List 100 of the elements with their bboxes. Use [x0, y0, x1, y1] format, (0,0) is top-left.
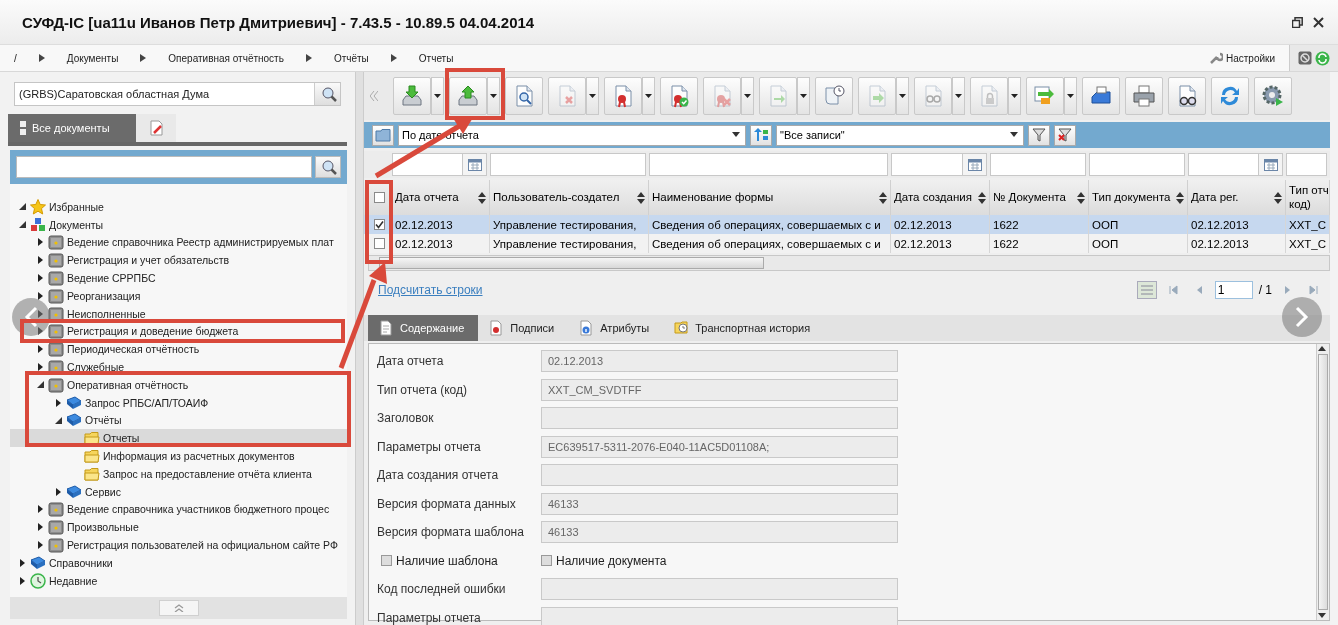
block-icon[interactable] [1298, 51, 1312, 65]
dropdown-button[interactable] [487, 77, 500, 115]
expand-arrow-icon[interactable] [55, 487, 61, 496]
column-header[interactable]: Дата отчета [395, 190, 478, 205]
scrollbar-thumb[interactable] [379, 257, 764, 269]
scroll-up-icon[interactable] [1317, 344, 1327, 352]
scrollbar-thumb[interactable] [1318, 354, 1328, 610]
filter-button[interactable] [1028, 124, 1050, 146]
toolbar-button[interactable] [1254, 77, 1292, 115]
input-field[interactable] [541, 464, 898, 487]
collapse-button[interactable] [158, 600, 199, 616]
tree-item[interactable]: Периодическая отчётность [10, 340, 347, 359]
restore-icon[interactable] [1292, 16, 1303, 28]
calendar-button[interactable] [1259, 153, 1283, 176]
filter-field[interactable] [891, 153, 963, 176]
table-row[interactable]: 02.12.2013 Управление тестирования, Сведения об операциях, совершаемых с и 02.12.2013 1622 ООП 02.12.2013 XXT_C [364, 215, 1330, 234]
tree-item[interactable]: Регистрация пользователей на официальном сайте РФ [10, 536, 347, 554]
checkbox[interactable] [541, 555, 552, 567]
tree-item[interactable]: Запрос на предоставление отчёта клиента [10, 464, 347, 483]
tree-item[interactable]: Служебные [10, 358, 347, 376]
tree-item[interactable]: Избранные [10, 198, 347, 216]
checkbox[interactable] [374, 238, 385, 249]
tree-item[interactable]: Регистрация и доведение бюджета [10, 322, 347, 341]
vertical-scrollbar[interactable] [1316, 344, 1329, 620]
search-button[interactable] [315, 156, 341, 178]
horizontal-scrollbar[interactable] [368, 255, 1330, 271]
expand-arrow-icon[interactable] [37, 541, 43, 550]
column-header[interactable]: № Документа [993, 190, 1077, 205]
filter-field[interactable] [649, 153, 888, 176]
expand-arrow-icon[interactable] [55, 398, 61, 407]
sort-icon[interactable] [1274, 191, 1282, 204]
tree-item[interactable]: Регистрация и учет обязательств [10, 251, 347, 270]
sort-icon[interactable] [637, 191, 645, 204]
expand-arrow-icon[interactable] [37, 505, 43, 514]
toolbar-button[interactable] [660, 77, 698, 115]
records-filter-dropdown[interactable]: "Все записи" [776, 124, 1024, 146]
folder-button[interactable] [372, 124, 394, 146]
tree-item[interactable]: Неисполненные [10, 304, 347, 323]
count-rows-link[interactable]: Подсчитать строки [378, 283, 483, 297]
breadcrumb-link[interactable]: Оперативная отчётность [168, 52, 284, 64]
checkbox-option[interactable]: Наличие документа [541, 553, 667, 568]
checkbox[interactable] [374, 192, 385, 203]
expand-arrow-icon[interactable] [37, 274, 43, 283]
column-header[interactable]: Тип отч код) [1289, 184, 1329, 211]
dropdown-button[interactable] [642, 77, 655, 115]
tree-item[interactable]: Справочники [10, 553, 347, 572]
checkbox-option[interactable]: Наличие шаблона [377, 553, 541, 568]
breadcrumb-link[interactable]: Отчёты [333, 52, 369, 64]
tree-item[interactable]: Сервис [10, 482, 347, 501]
page-number-field[interactable]: 1 [1214, 281, 1253, 299]
collapse-arrow-icon[interactable] [36, 381, 44, 389]
filter-field[interactable] [990, 153, 1086, 176]
dropdown-button[interactable] [1064, 77, 1077, 115]
input-field[interactable]: 46133 [541, 521, 898, 544]
scroll-down-icon[interactable] [1317, 612, 1327, 620]
expand-arrow-icon[interactable] [37, 238, 43, 247]
tree-item[interactable]: Информация из расчетных документов [10, 447, 347, 465]
tab[interactable]: Все документы [8, 114, 136, 142]
sort-order-button[interactable] [750, 124, 772, 146]
tree-item[interactable]: Отчёты [10, 411, 347, 430]
expand-arrow-icon[interactable] [37, 327, 43, 336]
expand-arrow-icon[interactable] [37, 345, 43, 354]
tree-item[interactable]: Оперативная отчётность [10, 375, 347, 394]
search-field[interactable] [16, 156, 312, 178]
filter-field[interactable] [1286, 153, 1327, 176]
expand-arrow-icon[interactable] [37, 523, 43, 532]
sort-icon[interactable] [1077, 191, 1085, 204]
input-field[interactable] [541, 578, 898, 601]
filter-field[interactable] [1089, 153, 1185, 176]
sort-icon[interactable] [1176, 191, 1184, 204]
tree-item[interactable]: Произвольные [10, 518, 347, 537]
toolbar-button[interactable] [1082, 77, 1120, 115]
calendar-button[interactable] [963, 153, 987, 176]
expand-arrow-icon[interactable] [37, 363, 43, 372]
filter-field[interactable] [392, 153, 463, 176]
calendar-button[interactable] [463, 153, 487, 176]
column-header[interactable]: Дата рег. [1191, 190, 1274, 205]
input-field[interactable]: EC639517-5311-2076-E040-11AC5D01108A; [541, 435, 898, 458]
sort-icon[interactable] [879, 191, 887, 204]
tree-item[interactable]: Недавние [10, 571, 347, 590]
toolbar-button[interactable] [604, 77, 642, 115]
input-field[interactable]: XXT_CM_SVDTFF [541, 378, 898, 401]
organization-field[interactable]: (GRBS)Саратовская областная Дума [14, 82, 341, 106]
previous-button[interactable] [12, 298, 50, 336]
expand-arrow-icon[interactable] [37, 256, 43, 265]
input-field[interactable] [541, 606, 898, 625]
filter-field[interactable] [490, 153, 646, 176]
toolbar-button[interactable] [1168, 77, 1206, 115]
dropdown-button[interactable] [431, 77, 444, 115]
expand-arrow-icon[interactable] [19, 558, 25, 567]
tree-item[interactable]: Запрос РПБС/АП/ТОАИФ [10, 393, 347, 412]
column-header[interactable]: Пользователь-создател [493, 190, 637, 205]
expand-arrow-icon[interactable] [37, 291, 43, 300]
input-field[interactable]: 02.12.2013 [541, 350, 898, 373]
input-field[interactable]: 46133 [541, 492, 898, 515]
sort-icon[interactable] [978, 191, 986, 204]
refresh-icon[interactable] [1315, 50, 1330, 66]
checkbox[interactable] [381, 555, 392, 567]
tab[interactable]: Содержание [368, 315, 479, 341]
input-field[interactable] [541, 407, 898, 430]
